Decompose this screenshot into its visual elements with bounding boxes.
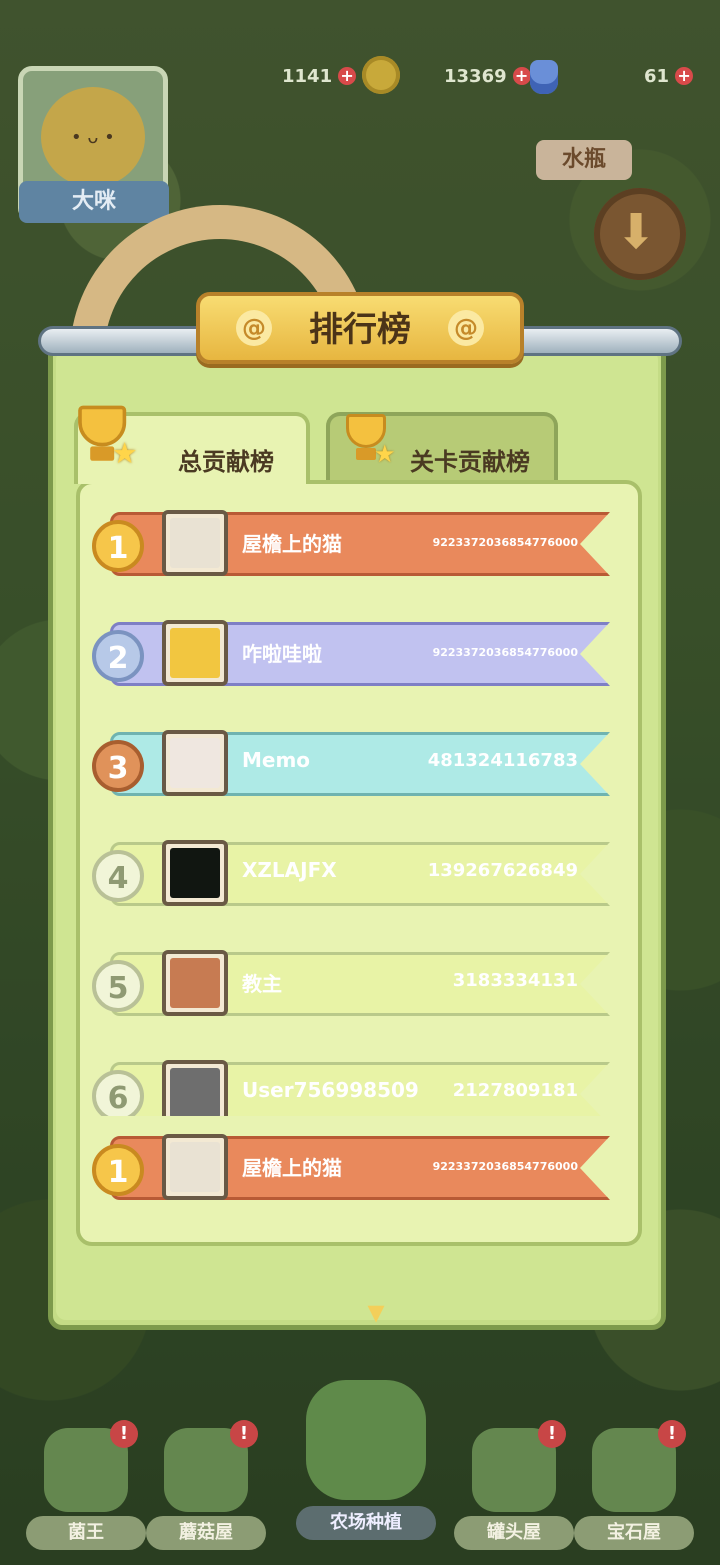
tab-label: 关卡贡献榜 [410, 448, 530, 476]
coin-icon [362, 56, 400, 94]
watering-can-icon [306, 1380, 426, 1500]
rank-badge: 3 [92, 740, 144, 792]
player-avatar [41, 87, 145, 187]
nav-label: 菌王 [26, 1516, 146, 1550]
player-score: 2127809181 [452, 1080, 578, 1101]
nav-item-fungus-king[interactable]: ! 菌王 [26, 1420, 146, 1550]
nav-label: 农场种植 [296, 1506, 436, 1540]
table-row[interactable]: 1 屋檐上的猫 9223372036854776000 [80, 494, 640, 580]
resource-1-value: 1141 [282, 65, 333, 87]
table-row[interactable]: 2 咋啦哇啦 9223372036854776000 [80, 604, 640, 690]
table-row[interactable]: 5 教主 3183334131 [80, 934, 640, 1020]
resource-3-value: 61 [644, 65, 670, 87]
my-ranking-row: 1 屋檐上的猫 9223372036854776000 [80, 1118, 640, 1214]
player-name: 大咪 [19, 181, 169, 223]
tab-label: 总贡献榜 [178, 448, 274, 476]
rank-badge: 1 [92, 1144, 144, 1196]
my-name: 屋檐上的猫 [242, 1156, 342, 1180]
nav-item-can-house[interactable]: ! 罐头屋 [454, 1420, 574, 1550]
player-name: Memo [242, 748, 311, 772]
down-arrow-icon: ⬇ [616, 204, 657, 260]
player-name: User756998509 [242, 1078, 419, 1102]
player-avatar [162, 510, 228, 576]
ranking-list[interactable]: 1 屋檐上的猫 9223372036854776000 2 咋啦哇啦 9223372036… [80, 490, 640, 1116]
player-score: 9223372036854776000 [432, 646, 578, 659]
nav-item-gem-house[interactable]: ! 宝石屋 [574, 1420, 694, 1550]
alert-badge: ! [230, 1420, 258, 1448]
nav-label: 罐头屋 [454, 1516, 574, 1550]
resource-2-value: 13369 [444, 65, 507, 87]
alert-badge: ! [538, 1420, 566, 1448]
resource-counter-1: 1141 + [282, 56, 357, 96]
nav-item-farm[interactable]: 农场种植 [286, 1380, 446, 1550]
player-avatar [162, 950, 228, 1016]
player-name: 教主 [242, 972, 282, 996]
player-name: XZLAJFX [242, 858, 337, 882]
player-avatar [162, 730, 228, 796]
table-row[interactable]: 6 User756998509 2127809181 [80, 1044, 640, 1116]
player-avatar-card[interactable]: 大咪 [18, 66, 169, 223]
player-avatar [162, 840, 228, 906]
resource-counter-2: 13369 + [444, 56, 531, 96]
alert-badge: ! [658, 1420, 686, 1448]
scroll-down-button[interactable]: ⬇ [594, 188, 686, 280]
nav-label: 蘑菇屋 [146, 1516, 266, 1550]
alert-badge: ! [110, 1420, 138, 1448]
nav-item-mushroom-house[interactable]: ! 蘑菇屋 [146, 1420, 266, 1550]
potion-icon [530, 60, 558, 94]
rank-badge: 5 [92, 960, 144, 1012]
title-banner: @ 排行榜 @ [196, 292, 524, 364]
player-name: 咋啦哇啦 [242, 642, 322, 666]
bottle-sign[interactable]: 水瓶 [536, 140, 632, 180]
player-score: 9223372036854776000 [432, 536, 578, 549]
rank-badge: 6 [92, 1070, 144, 1116]
tab-total-contribution[interactable]: ★ 总贡献榜 [74, 405, 310, 484]
add-resource-1-button[interactable]: + [338, 67, 357, 85]
my-score: 9223372036854776000 [432, 1160, 578, 1173]
player-avatar [162, 1060, 228, 1116]
player-score: 3183334131 [452, 970, 578, 991]
rank-badge: 1 [92, 520, 144, 572]
trophy-icon: ★ [334, 406, 396, 468]
rank-badge: 4 [92, 850, 144, 902]
rank-badge: 2 [92, 630, 144, 682]
trophy-icon: ★ [64, 396, 138, 470]
spiral-right-icon: @ [448, 310, 484, 346]
resource-counter-3: 61 + [644, 56, 694, 96]
nav-label: 宝石屋 [574, 1516, 694, 1550]
player-avatar [162, 620, 228, 686]
table-row[interactable]: 3 Memo 481324116783 [80, 714, 640, 800]
expand-arrow-icon[interactable]: ▾ [354, 1292, 398, 1332]
my-avatar [162, 1134, 228, 1200]
add-resource-3-button[interactable]: + [675, 67, 694, 85]
add-resource-2-button[interactable]: + [512, 67, 531, 85]
player-name: 屋檐上的猫 [242, 532, 342, 556]
tab-level-contribution[interactable]: ★ 关卡贡献榜 [326, 412, 558, 484]
table-row[interactable]: 4 XZLAJFX 139267626849 [80, 824, 640, 910]
player-score: 139267626849 [427, 860, 578, 881]
player-score: 481324116783 [427, 750, 578, 771]
